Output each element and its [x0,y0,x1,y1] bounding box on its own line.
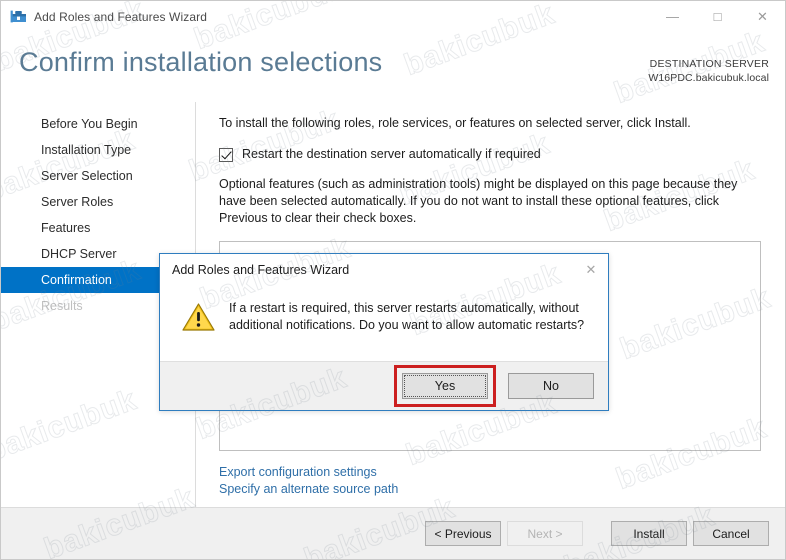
yes-button[interactable]: Yes [402,373,488,399]
sidebar-item-server-selection[interactable]: Server Selection [1,163,195,189]
page-header: Confirm installation selections DESTINAT… [1,32,785,102]
optional-features-note: Optional features (such as administratio… [219,177,738,225]
restart-checkbox-label[interactable]: Restart the destination server automatic… [242,147,541,162]
yes-button-highlight: Yes [394,365,496,407]
export-configuration-settings-link[interactable]: Export configuration settings [219,464,377,481]
toolbox-icon [10,8,27,25]
destination-server-block: DESTINATION SERVER W16PDC.bakicubuk.loca… [648,57,769,85]
next-button: Next > [507,521,583,546]
specify-alternate-source-path-link[interactable]: Specify an alternate source path [219,481,398,498]
close-button[interactable]: ✕ [740,1,785,32]
window-controls: — □ ✕ [650,1,785,32]
sidebar-item-before-you-begin[interactable]: Before You Begin [1,111,195,137]
cancel-button[interactable]: Cancel [693,521,769,546]
dialog-message: If a restart is required, this server re… [229,301,585,332]
action-links: Export configuration settings Specify an… [219,464,767,498]
dialog-close-icon[interactable]: ✕ [574,255,608,285]
wizard-window: Add Roles and Features Wizard — □ ✕ Conf… [0,0,786,560]
intro-text: To install the following roles, role ser… [219,116,691,130]
restart-checkbox-row[interactable]: Restart the destination server automatic… [219,147,767,162]
warning-triangle-icon [182,302,215,337]
maximize-button[interactable]: □ [695,1,740,32]
minimize-button[interactable]: — [650,1,695,32]
install-button[interactable]: Install [611,521,687,546]
no-button[interactable]: No [508,373,594,399]
page-title: Confirm installation selections [19,47,383,77]
dialog-footer: Yes No [160,361,608,410]
dialog-body: If a restart is required, this server re… [160,286,608,361]
title-bar: Add Roles and Features Wizard — □ ✕ [1,1,785,32]
wizard-footer: < Previous Next > Install Cancel [1,507,785,559]
destination-server-value: W16PDC.bakicubuk.local [648,72,769,84]
sidebar-item-features[interactable]: Features [1,215,195,241]
window-title: Add Roles and Features Wizard [34,9,207,24]
previous-button[interactable]: < Previous [425,521,501,546]
dialog-title: Add Roles and Features Wizard [172,263,350,277]
dialog-titlebar: Add Roles and Features Wizard ✕ [160,254,608,286]
restart-checkbox[interactable] [219,148,233,162]
sidebar-item-installation-type[interactable]: Installation Type [1,137,195,163]
destination-server-label: DESTINATION SERVER [649,58,769,70]
confirm-restart-dialog: Add Roles and Features Wizard ✕ If a res… [159,253,609,411]
sidebar-item-server-roles[interactable]: Server Roles [1,189,195,215]
